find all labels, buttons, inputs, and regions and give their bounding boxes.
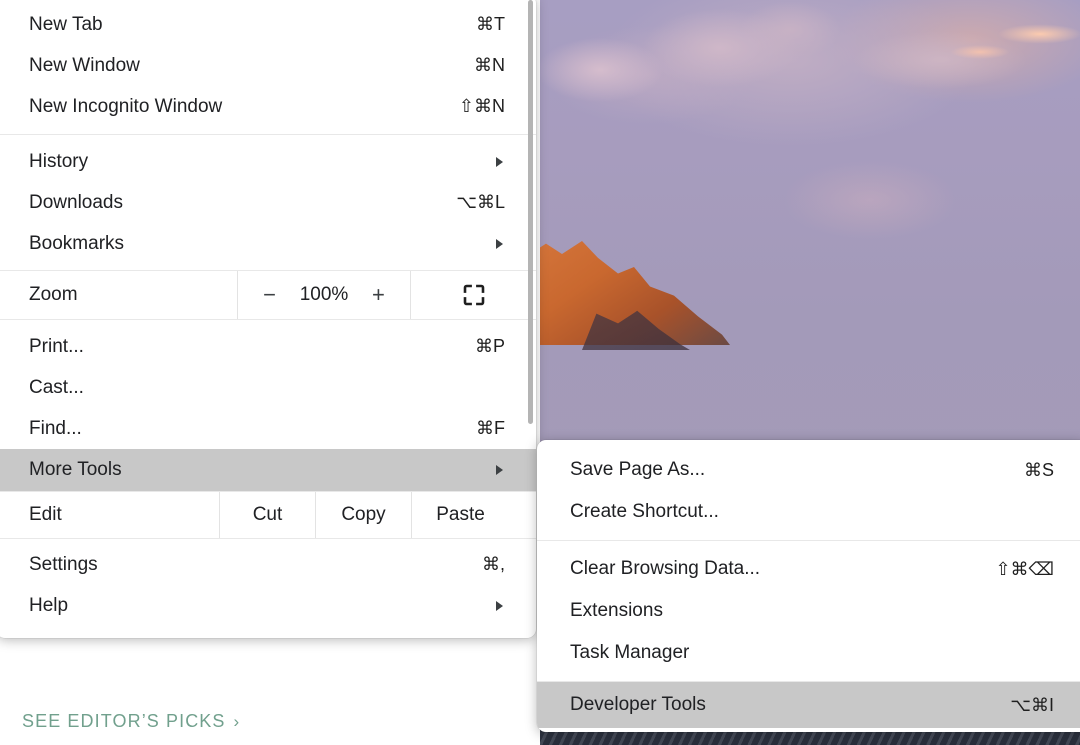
submenu-top-padding — [537, 440, 1080, 449]
menu-item-shortcut: ⇧⌘N — [458, 96, 505, 116]
browser-screenshot: SEE EDITOR’S PICKS › New Tab ⌘T New Windo… — [0, 0, 1080, 745]
menu-item-find[interactable]: Find... ⌘F — [0, 408, 536, 449]
menu-row-edit[interactable]: Edit Cut Copy Paste — [0, 492, 536, 538]
chevron-right-icon — [496, 465, 503, 475]
menu-item-help[interactable]: Help — [0, 585, 536, 626]
menu-item-bookmarks[interactable]: Bookmarks — [0, 223, 536, 264]
chevron-right-icon — [496, 600, 503, 611]
menu-item-label: Print... — [29, 335, 84, 357]
menu-item-cast[interactable]: Cast... — [0, 367, 536, 408]
menu-item-developer-tools[interactable]: Developer Tools ⌥⌘I — [537, 682, 1080, 728]
menu-item-shortcut: ⇧⌘⌫ — [995, 558, 1054, 579]
zoom-label: Zoom — [29, 284, 78, 305]
menu-scrollbar[interactable] — [528, 0, 533, 424]
menu-item-label: Downloads — [29, 191, 123, 213]
menu-item-settings[interactable]: Settings ⌘, — [0, 544, 536, 585]
menu-item-label: History — [29, 150, 89, 172]
sunlit-cloud-highlight — [950, 22, 1080, 70]
menu-item-shortcut: ⌘, — [481, 554, 505, 574]
edit-label: Edit — [29, 504, 62, 525]
menu-item-save-page-as[interactable]: Save Page As... ⌘S — [537, 449, 1080, 491]
chevron-right-icon: › — [233, 712, 241, 731]
menu-item-label: Create Shortcut... — [570, 501, 719, 522]
menu-item-label: New Window — [29, 54, 140, 76]
menu-item-shortcut: ⌘N — [474, 55, 505, 75]
menu-item-create-shortcut[interactable]: Create Shortcut... — [537, 491, 1080, 533]
menu-item-shortcut: ⌥⌘L — [456, 192, 505, 212]
menu-item-more-tools[interactable]: More Tools — [0, 449, 536, 491]
menu-item-shortcut: ⌘F — [476, 418, 505, 438]
menu-item-new-tab[interactable]: New Tab ⌘T — [0, 4, 536, 45]
zoom-level-value: 100% — [299, 284, 349, 305]
more-tools-submenu[interactable]: Save Page As... ⌘S Create Shortcut... Cl… — [537, 440, 1080, 732]
menu-item-extensions[interactable]: Extensions — [537, 590, 1080, 632]
menu-bottom-padding — [0, 626, 536, 638]
zoom-out-button[interactable]: − — [263, 282, 276, 308]
menu-item-label: More Tools — [29, 459, 122, 480]
menu-item-new-window[interactable]: New Window ⌘N — [0, 45, 536, 86]
menu-item-clear-browsing-data[interactable]: Clear Browsing Data... ⇧⌘⌫ — [537, 548, 1080, 590]
menu-item-label: New Incognito Window — [29, 95, 223, 117]
menu-item-label: Save Page As... — [570, 459, 706, 480]
menu-item-print[interactable]: Print... ⌘P — [0, 326, 536, 367]
menu-item-label: Find... — [29, 417, 82, 439]
menu-item-label: Developer Tools — [570, 694, 706, 715]
menu-item-shortcut: ⌥⌘I — [1010, 694, 1054, 715]
browser-main-menu[interactable]: New Tab ⌘T New Window ⌘N New Incognito W… — [0, 0, 536, 638]
see-editors-picks-label: SEE EDITOR’S PICKS — [22, 711, 226, 731]
chevron-right-icon — [496, 156, 503, 167]
zoom-label-cell: Zoom — [0, 271, 237, 319]
menu-item-shortcut: ⌘T — [476, 14, 505, 34]
menu-item-label: Settings — [29, 553, 98, 575]
fullscreen-button[interactable] — [411, 271, 536, 319]
see-editors-picks-link[interactable]: SEE EDITOR’S PICKS › — [22, 711, 240, 732]
fullscreen-icon — [463, 284, 484, 306]
cut-button[interactable]: Cut — [220, 492, 315, 538]
menu-item-label: Help — [29, 594, 69, 616]
submenu-bottom-padding — [537, 728, 1080, 732]
menu-item-history[interactable]: History — [0, 141, 536, 182]
menu-item-shortcut: ⌘P — [474, 336, 505, 356]
menu-item-label: New Tab — [29, 13, 103, 35]
menu-item-label: Extensions — [570, 600, 663, 621]
zoom-controls: − 100% + — [238, 271, 410, 319]
zoom-in-button[interactable]: + — [372, 282, 385, 308]
menu-item-label: Bookmarks — [29, 232, 125, 254]
menu-item-task-manager[interactable]: Task Manager — [537, 632, 1080, 674]
menu-item-label: Clear Browsing Data... — [570, 558, 761, 579]
menu-item-new-incognito-window[interactable]: New Incognito Window ⇧⌘N — [0, 86, 536, 127]
chevron-right-icon — [496, 238, 503, 249]
menu-row-zoom[interactable]: Zoom − 100% + — [0, 271, 536, 319]
edit-label-cell: Edit — [0, 492, 219, 538]
menu-item-downloads[interactable]: Downloads ⌥⌘L — [0, 182, 536, 223]
menu-item-shortcut: ⌘S — [1023, 459, 1054, 480]
menu-item-label: Cast... — [29, 376, 84, 398]
copy-button[interactable]: Copy — [316, 492, 411, 538]
menu-item-label: Task Manager — [570, 642, 690, 663]
paste-button[interactable]: Paste — [412, 492, 509, 538]
